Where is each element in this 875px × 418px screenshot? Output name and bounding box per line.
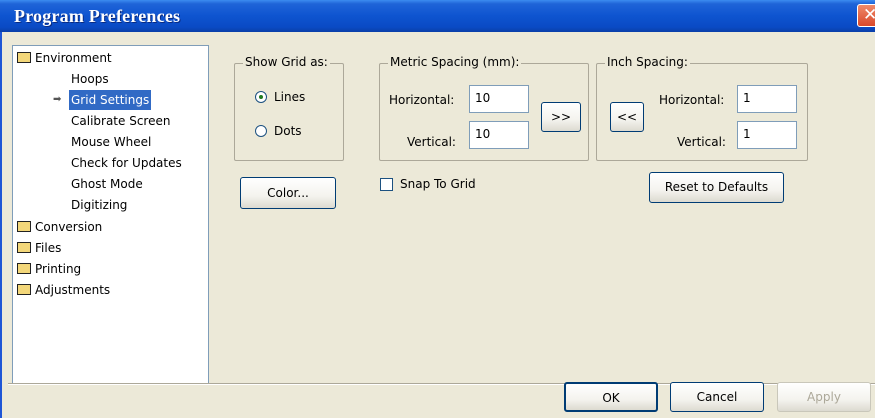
tree-item-label: Hoops (71, 72, 109, 86)
dots-label: Dots (274, 124, 302, 138)
show-grid-group: Show Grid as: Lines Dots (234, 55, 344, 161)
lines-radio[interactable] (255, 91, 267, 103)
folder-icon (17, 284, 31, 295)
tree-item-label: Grid Settings (69, 90, 152, 110)
inch-spacing-group: Inch Spacing: << Horizontal: 1 Vertical:… (596, 55, 808, 161)
inch-vertical-input[interactable]: 1 (737, 121, 797, 149)
tree-item-label: Mouse Wheel (71, 135, 152, 149)
color-button[interactable]: Color... (240, 177, 336, 209)
close-icon: ✕ (863, 5, 875, 25)
current-arrow-icon: ➡ (53, 94, 62, 105)
window-title: Program Preferences (14, 6, 181, 26)
title-bar[interactable]: Program Preferences ✕ (0, 0, 875, 32)
tree-item-label: Digitizing (71, 198, 128, 212)
tree-item-label: Conversion (35, 220, 103, 234)
tree-item-label: Environment (35, 51, 112, 65)
folder-icon (17, 221, 31, 232)
tree-item-environment[interactable]: Environment (17, 48, 112, 68)
cancel-button[interactable]: Cancel (670, 382, 764, 412)
tree-item-label: Check for Updates (71, 156, 182, 170)
tree-item-calibrate-screen[interactable]: Calibrate Screen (71, 111, 170, 131)
tree-item-check-for-updates[interactable]: Check for Updates (71, 153, 182, 173)
folder-icon (17, 242, 31, 253)
tree-item-label: Files (35, 241, 62, 255)
metric-vertical-label: Vertical: (407, 135, 456, 149)
tree-item-hoops[interactable]: Hoops (71, 69, 109, 89)
tree-item-label: Calibrate Screen (71, 114, 171, 128)
tree-item-conversion[interactable]: Conversion (17, 217, 102, 237)
metric-to-inch-button[interactable]: >> (541, 102, 581, 132)
snap-to-grid-label: Snap To Grid (400, 177, 476, 191)
ok-button[interactable]: OK (564, 382, 658, 412)
lines-label: Lines (274, 90, 306, 104)
reset-defaults-button[interactable]: Reset to Defaults (649, 172, 784, 203)
tree-item-digitizing[interactable]: Digitizing (71, 195, 127, 215)
tree-item-printing[interactable]: Printing (17, 259, 81, 279)
inch-horizontal-input[interactable]: 1 (737, 85, 797, 113)
tree-item-mouse-wheel[interactable]: Mouse Wheel (71, 132, 151, 152)
apply-button[interactable]: Apply (777, 382, 871, 412)
folder-icon (17, 263, 31, 274)
metric-spacing-group: Metric Spacing (mm): Horizontal: 10 Vert… (379, 55, 589, 161)
folder-open-icon (17, 52, 31, 63)
metric-horizontal-label: Horizontal: (389, 93, 455, 107)
inch-spacing-title: Inch Spacing: (605, 55, 690, 69)
preferences-window: Program Preferences ✕ Environment Hoops … (0, 0, 875, 418)
close-button[interactable]: ✕ (857, 4, 875, 27)
dots-radio[interactable] (255, 125, 267, 137)
dialog-body: Environment Hoops ➡ Grid Settings Calibr… (0, 32, 875, 418)
metric-vertical-input[interactable]: 10 (469, 121, 529, 149)
tree-item-ghost-mode[interactable]: Ghost Mode (71, 174, 143, 194)
show-grid-title: Show Grid as: (243, 55, 330, 69)
tree-item-adjustments[interactable]: Adjustments (17, 280, 110, 300)
tree-item-label: Ghost Mode (71, 177, 143, 191)
category-tree[interactable]: Environment Hoops ➡ Grid Settings Calibr… (12, 45, 209, 384)
inch-to-metric-button[interactable]: << (610, 102, 644, 132)
tree-item-label: Adjustments (35, 283, 111, 297)
metric-horizontal-input[interactable]: 10 (469, 85, 529, 113)
inch-horizontal-label: Horizontal: (659, 93, 725, 107)
metric-spacing-title: Metric Spacing (mm): (388, 55, 522, 69)
inch-vertical-label: Vertical: (677, 135, 726, 149)
tree-item-grid-settings[interactable]: ➡ Grid Settings (13, 90, 203, 110)
snap-to-grid-checkbox[interactable] (380, 178, 393, 191)
tree-item-label: Printing (35, 262, 82, 276)
tree-item-files[interactable]: Files (17, 238, 61, 258)
